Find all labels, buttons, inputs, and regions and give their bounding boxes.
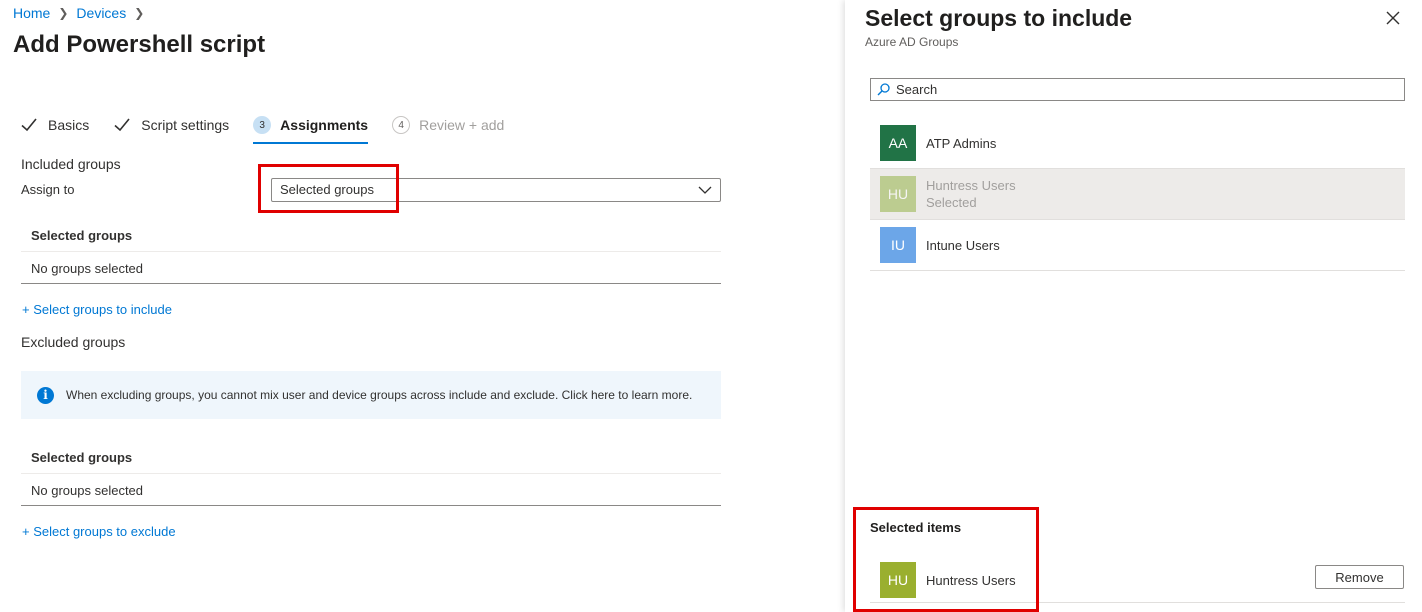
step-script-settings[interactable]: Script settings — [113, 114, 229, 136]
page-title: Add Powershell script — [13, 31, 266, 58]
avatar: HU — [880, 176, 916, 212]
avatar: IU — [880, 227, 916, 263]
table-header: Selected groups — [21, 218, 721, 252]
step-label: Script settings — [141, 117, 230, 133]
highlight-box — [258, 164, 399, 213]
breadcrumb-devices[interactable]: Devices — [76, 5, 126, 21]
step-basics[interactable]: Basics — [20, 114, 89, 136]
included-groups-table: Selected groups No groups selected — [21, 218, 721, 284]
step-label: Assignments — [280, 117, 369, 133]
info-bar[interactable]: i When excluding groups, you cannot mix … — [21, 371, 721, 419]
info-text: When excluding groups, you cannot mix us… — [66, 388, 693, 402]
remove-button[interactable]: Remove — [1315, 565, 1404, 589]
search-input[interactable]: Search — [870, 78, 1405, 101]
breadcrumb-home[interactable]: Home — [13, 5, 50, 21]
select-groups-to-exclude-link[interactable]: + Select groups to exclude — [22, 524, 176, 539]
step-number: 4 — [392, 116, 411, 134]
excluded-groups-table: Selected groups No groups selected — [21, 440, 721, 506]
checkmark-icon — [21, 118, 37, 132]
highlight-box — [853, 507, 1039, 612]
included-groups-heading: Included groups — [21, 156, 121, 172]
select-groups-to-include-link[interactable]: + Select groups to include — [22, 302, 172, 317]
assign-to-label: Assign to — [21, 182, 75, 197]
select-groups-panel: Select groups to include Azure AD Groups… — [845, 0, 1422, 612]
step-number: 3 — [253, 116, 272, 134]
group-name: Huntress Users — [926, 178, 1016, 193]
step-assignments[interactable]: 3 Assignments — [253, 114, 369, 144]
step-review-add[interactable]: 4 Review + add — [392, 114, 504, 136]
group-status: Selected — [926, 195, 977, 210]
table-row: No groups selected — [21, 474, 721, 506]
group-list: AA ATP Admins HU Huntress Users Selected… — [870, 118, 1405, 271]
checkmark-icon — [114, 118, 130, 132]
group-item-intune-users[interactable]: IU Intune Users — [870, 220, 1405, 271]
breadcrumb: Home ❯ Devices ❯ — [13, 5, 144, 21]
search-placeholder: Search — [896, 82, 938, 97]
close-icon[interactable] — [1385, 10, 1401, 26]
step-label: Basics — [48, 117, 90, 133]
group-name: ATP Admins — [926, 135, 997, 151]
avatar: AA — [880, 125, 916, 161]
group-item-atp-admins[interactable]: AA ATP Admins — [870, 118, 1405, 169]
panel-title: Select groups to include — [865, 5, 1133, 31]
table-header: Selected groups — [21, 440, 721, 474]
panel-subtitle: Azure AD Groups — [865, 35, 959, 49]
step-label: Review + add — [419, 117, 505, 133]
excluded-groups-heading: Excluded groups — [21, 334, 126, 350]
info-icon: i — [37, 386, 54, 404]
group-name: Intune Users — [926, 237, 1000, 253]
group-item-huntress-users[interactable]: HU Huntress Users Selected — [870, 169, 1405, 220]
table-row: No groups selected — [21, 252, 721, 284]
chevron-right-icon: ❯ — [58, 6, 69, 20]
main-page: Home ❯ Devices ❯ Add Powershell script B… — [0, 0, 845, 612]
wizard-steps: Basics Script settings 3 Assignments 4 R… — [20, 114, 528, 144]
search-icon — [877, 83, 890, 96]
chevron-down-icon — [698, 186, 712, 194]
chevron-right-icon: ❯ — [134, 6, 145, 20]
